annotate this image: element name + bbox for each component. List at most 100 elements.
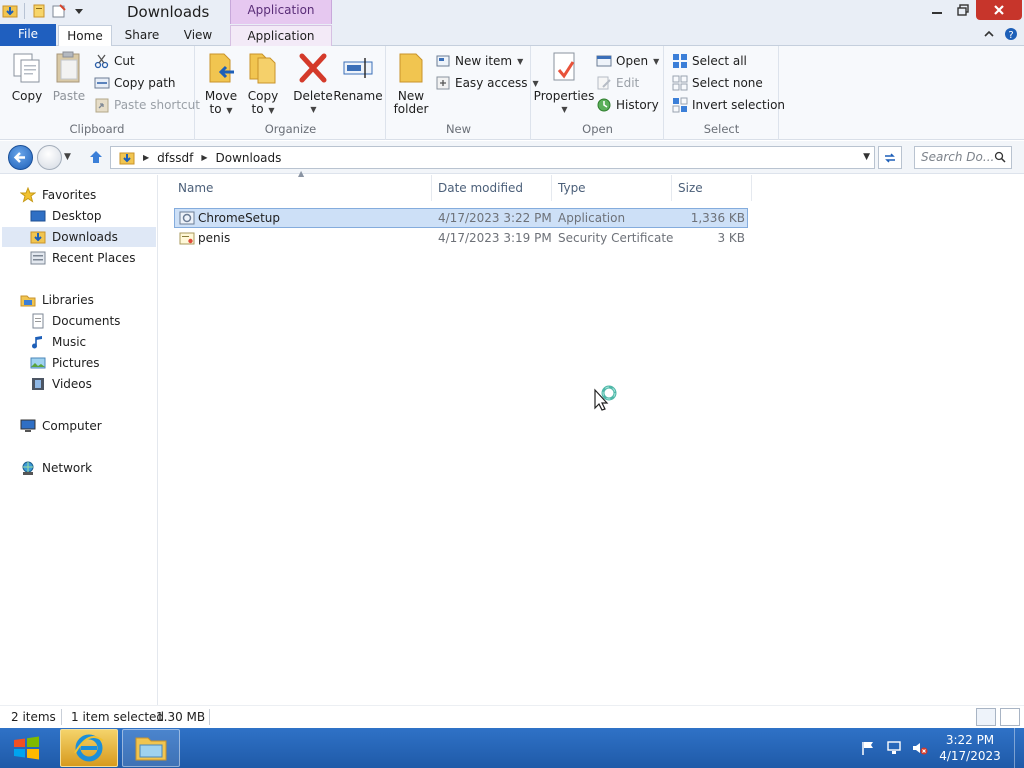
file-size: 3 KB bbox=[717, 231, 745, 245]
ribbon-home: Copy Paste Cut Copy path Paste shortcut … bbox=[0, 46, 1024, 140]
action-center-flag-icon[interactable] bbox=[860, 740, 876, 756]
close-button[interactable] bbox=[976, 0, 1022, 20]
status-selection: 1 item selected bbox=[71, 710, 165, 724]
nav-music[interactable]: Music bbox=[30, 332, 86, 352]
tab-share[interactable]: Share bbox=[116, 25, 168, 46]
breadcrumb-item[interactable]: dfssdf bbox=[157, 151, 193, 165]
column-size[interactable]: Size bbox=[672, 175, 752, 201]
select-all-button[interactable]: Select all bbox=[672, 52, 747, 70]
nav-documents[interactable]: Documents bbox=[30, 311, 120, 331]
history-icon bbox=[597, 98, 611, 112]
properties-button[interactable]: Properties ▼ bbox=[534, 50, 594, 116]
nav-favorites-label: Favorites bbox=[42, 188, 97, 202]
show-desktop-button[interactable] bbox=[1014, 728, 1024, 768]
cut-button[interactable]: Cut bbox=[94, 52, 135, 70]
copy-to-label-2: to ▼ bbox=[251, 102, 275, 116]
ribbon-right-controls: ? bbox=[982, 27, 1018, 41]
open-button[interactable]: Open ▼ bbox=[596, 52, 659, 70]
nav-libraries[interactable]: Libraries bbox=[20, 290, 94, 310]
column-date-modified[interactable]: Date modified bbox=[432, 175, 552, 201]
file-name: penis bbox=[198, 231, 231, 245]
nav-desktop[interactable]: Desktop bbox=[30, 206, 102, 226]
tab-home[interactable]: Home bbox=[58, 25, 112, 47]
paste-button[interactable]: Paste bbox=[50, 50, 88, 103]
column-name[interactable]: Name bbox=[172, 175, 432, 201]
new-folder-icon[interactable] bbox=[51, 3, 67, 19]
tab-file[interactable]: File bbox=[0, 24, 56, 46]
new-folder-label-2: folder bbox=[393, 102, 429, 116]
navigation-bar: ▼ ▶ dfssdf ▶ Downloads ▼ Search Do... bbox=[0, 141, 1024, 174]
ribbon-tab-row: File Home Share View Application ? bbox=[0, 24, 1024, 47]
move-to-button[interactable]: Move to ▼ bbox=[202, 50, 240, 117]
nav-recent-places[interactable]: Recent Places bbox=[30, 248, 135, 268]
libraries-icon bbox=[20, 295, 36, 307]
clock[interactable]: 3:22 PM 4/17/2023 bbox=[938, 732, 1002, 764]
easy-access-button[interactable]: Easy access ▼ bbox=[435, 74, 539, 92]
window-controls bbox=[924, 0, 1022, 20]
new-folder-button[interactable]: New folder bbox=[393, 50, 429, 116]
videos-film-icon bbox=[32, 378, 44, 390]
column-type[interactable]: Type bbox=[552, 175, 672, 201]
table-row[interactable]: penis 4/17/2023 3:19 PM Security Certifi… bbox=[174, 229, 748, 249]
select-none-button[interactable]: Select none bbox=[672, 74, 763, 92]
copy-to-button[interactable]: Copy to ▼ bbox=[244, 50, 282, 117]
nav-downloads[interactable]: Downloads bbox=[2, 227, 156, 247]
network-icon[interactable] bbox=[886, 740, 902, 756]
breadcrumb-separator[interactable]: ▶ bbox=[143, 153, 149, 162]
restore-button[interactable] bbox=[950, 0, 976, 20]
nav-favorites[interactable]: Favorites bbox=[20, 185, 96, 205]
nav-pictures[interactable]: Pictures bbox=[30, 353, 100, 373]
nav-computer[interactable]: Computer bbox=[20, 416, 102, 436]
downloads-folder-icon[interactable] bbox=[2, 3, 18, 19]
new-item-button[interactable]: New item ▼ bbox=[435, 52, 523, 70]
open-group-label: Open bbox=[582, 122, 613, 136]
up-arrow-icon[interactable] bbox=[88, 149, 104, 165]
contextual-tab-group: Application Tools bbox=[230, 0, 332, 37]
address-bar[interactable]: ▶ dfssdf ▶ Downloads ▼ bbox=[110, 146, 875, 169]
help-icon[interactable]: ? bbox=[1004, 27, 1018, 41]
history-button[interactable]: History bbox=[596, 96, 659, 114]
back-button[interactable] bbox=[8, 145, 33, 170]
rename-button[interactable]: Rename bbox=[333, 50, 383, 103]
nav-network[interactable]: Network bbox=[20, 458, 92, 478]
copy-button[interactable]: Copy bbox=[8, 50, 46, 103]
properties-icon[interactable] bbox=[31, 3, 47, 19]
tab-view[interactable]: View bbox=[172, 25, 224, 46]
search-icon bbox=[994, 151, 1006, 163]
status-selection-size: 1.30 MB bbox=[156, 710, 206, 724]
invert-selection-button[interactable]: Invert selection bbox=[672, 96, 785, 114]
back-arrow-icon bbox=[13, 152, 25, 163]
restore-icon bbox=[957, 4, 969, 16]
open-icon bbox=[596, 55, 612, 67]
recent-locations-dropdown[interactable]: ▼ bbox=[64, 152, 71, 162]
nav-downloads-label: Downloads bbox=[52, 230, 118, 244]
copy-path-label: Copy path bbox=[114, 76, 176, 90]
nav-videos[interactable]: Videos bbox=[30, 374, 92, 394]
file-list: ▲ Name Date modified Type Size ChromeSet… bbox=[160, 169, 1024, 705]
taskbar-internet-explorer[interactable] bbox=[60, 729, 118, 767]
taskbar-file-explorer[interactable] bbox=[122, 729, 180, 767]
nav-desktop-label: Desktop bbox=[52, 209, 102, 223]
delete-button[interactable]: Delete ▼ bbox=[293, 50, 333, 116]
search-input[interactable]: Search Do... bbox=[914, 146, 1012, 169]
details-view-button[interactable] bbox=[976, 708, 996, 726]
edit-button[interactable]: Edit bbox=[596, 74, 639, 92]
minimize-ribbon-icon[interactable] bbox=[982, 27, 996, 41]
file-type: Application bbox=[558, 211, 626, 225]
documents-icon bbox=[32, 313, 44, 329]
properties-dropdown-arrow: ▼ bbox=[561, 105, 568, 114]
breadcrumb-item[interactable]: Downloads bbox=[216, 151, 282, 165]
large-icons-view-button[interactable] bbox=[1000, 708, 1020, 726]
table-row[interactable]: ChromeSetup 4/17/2023 3:22 PM Applicatio… bbox=[174, 208, 748, 228]
chevron-down-icon[interactable] bbox=[71, 3, 87, 19]
paste-shortcut-button[interactable]: Paste shortcut bbox=[94, 96, 200, 114]
refresh-button[interactable] bbox=[878, 146, 902, 169]
copy-path-button[interactable]: Copy path bbox=[94, 74, 176, 92]
volume-muted-icon[interactable] bbox=[912, 740, 928, 756]
tab-application[interactable]: Application bbox=[230, 25, 332, 46]
windows-start-icon[interactable] bbox=[8, 732, 46, 764]
address-dropdown[interactable]: ▼ bbox=[863, 152, 870, 162]
forward-button[interactable] bbox=[37, 145, 62, 170]
minimize-button[interactable] bbox=[924, 0, 950, 20]
breadcrumb-separator[interactable]: ▶ bbox=[201, 153, 207, 162]
